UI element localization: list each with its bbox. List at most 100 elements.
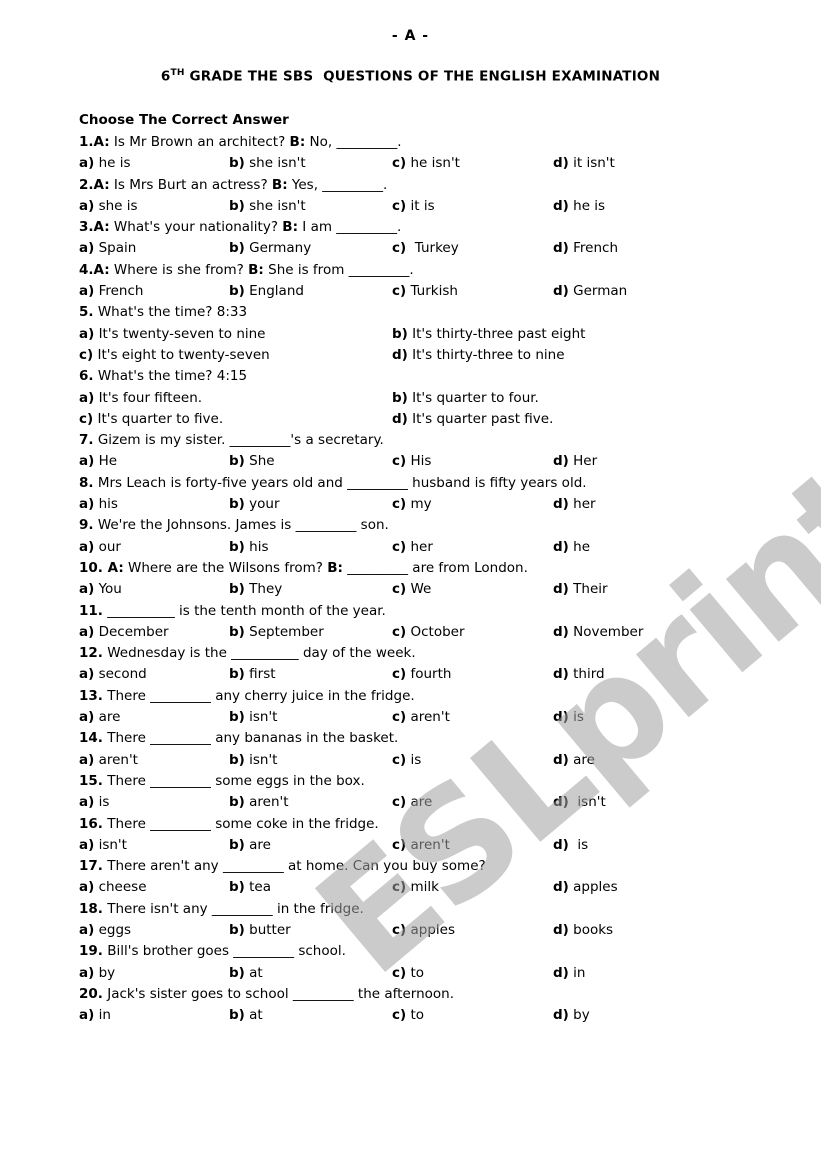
answer-option[interactable]: c) to — [392, 963, 424, 984]
answer-option[interactable]: a) aren't — [79, 750, 138, 771]
answer-option[interactable]: c) is — [392, 750, 421, 771]
answer-option[interactable]: d) books — [553, 920, 613, 941]
answer-option[interactable]: a) It's four fifteen. — [79, 388, 202, 409]
answer-option[interactable]: b) at — [229, 1005, 263, 1026]
answer-option[interactable]: d) in — [553, 963, 585, 984]
answer-option[interactable]: b) at — [229, 963, 263, 984]
answer-option[interactable]: b) aren't — [229, 792, 289, 813]
answer-option[interactable]: b) your — [229, 494, 280, 515]
answer-option[interactable]: a) in — [79, 1005, 111, 1026]
answer-option[interactable]: d) isn't — [553, 792, 606, 813]
answer-option[interactable]: c) Turkish — [392, 281, 458, 302]
answer-option[interactable]: d) It's thirty-three to nine — [392, 345, 565, 366]
answer-option[interactable]: c) it is — [392, 196, 435, 217]
answer-option[interactable]: d) he is — [553, 196, 605, 217]
answer-option[interactable]: c) my — [392, 494, 432, 515]
answer-option[interactable]: b) It's thirty-three past eight — [392, 324, 585, 345]
answer-option[interactable]: b) isn't — [229, 707, 277, 728]
answer-option[interactable]: c) are — [392, 792, 432, 813]
answer-option[interactable]: d) French — [553, 238, 618, 259]
answer-option[interactable]: a) second — [79, 664, 147, 685]
answer-option[interactable]: a) French — [79, 281, 143, 302]
answer-option[interactable]: a) our — [79, 537, 121, 558]
answer-option[interactable]: c) His — [392, 451, 431, 472]
answer-option[interactable]: d) apples — [553, 877, 618, 898]
answer-option[interactable]: b) It's quarter to four. — [392, 388, 539, 409]
option-letter: a) — [79, 240, 95, 257]
question-number: 7. — [79, 432, 94, 449]
answer-option[interactable]: c) Turkey — [392, 238, 459, 259]
answer-option[interactable]: b) They — [229, 579, 282, 600]
answer-option[interactable]: c) It's eight to twenty-seven — [79, 345, 270, 366]
answer-option[interactable]: c) We — [392, 579, 431, 600]
answer-option[interactable]: d) her — [553, 494, 596, 515]
answer-option[interactable]: a) he is — [79, 153, 131, 174]
answer-option[interactable]: b) butter — [229, 920, 291, 941]
question-text: 18. There isn't any _________ in the fri… — [79, 899, 759, 920]
speaker-label: A: — [93, 134, 110, 150]
option-letter: b) — [229, 496, 245, 513]
answer-option[interactable]: a) are — [79, 707, 120, 728]
answer-option[interactable]: b) She — [229, 451, 275, 472]
option-letter: a) — [79, 325, 95, 342]
question-number: 1. — [79, 134, 94, 150]
answer-option[interactable]: b) September — [229, 622, 324, 643]
answer-option[interactable]: a) It's twenty-seven to nine — [79, 324, 266, 345]
answer-option[interactable]: d) it isn't — [553, 153, 615, 174]
answer-option[interactable]: b) his — [229, 537, 268, 558]
answer-option[interactable]: b) England — [229, 281, 304, 302]
answer-option[interactable]: a) cheese — [79, 877, 147, 898]
answer-option[interactable]: b) Germany — [229, 238, 311, 259]
answer-option[interactable]: c) aren't — [392, 835, 450, 856]
option-letter: c) — [392, 836, 407, 853]
option-text: He — [94, 453, 118, 470]
answer-option[interactable]: c) fourth — [392, 664, 451, 685]
answer-option[interactable]: d) German — [553, 281, 627, 302]
option-letter: d) — [553, 666, 569, 683]
option-letter: a) — [79, 197, 95, 214]
answer-option[interactable]: c) milk — [392, 877, 439, 898]
answer-option[interactable]: a) Spain — [79, 238, 136, 259]
question-body: Gizem is my sister. _________'s a secret… — [93, 432, 384, 449]
question-number: 10. — [79, 559, 103, 576]
answer-option[interactable]: a) is — [79, 792, 109, 813]
answer-option[interactable]: b) are — [229, 835, 271, 856]
option-letter: c) — [392, 453, 407, 470]
question-body: Mrs Leach is forty-five years old and __… — [93, 474, 587, 491]
answer-option[interactable]: a) He — [79, 451, 117, 472]
answer-option[interactable]: a) by — [79, 963, 115, 984]
answer-option[interactable]: b) she isn't — [229, 196, 306, 217]
answer-option[interactable]: d) Their — [553, 579, 608, 600]
answer-option[interactable]: d) by — [553, 1005, 590, 1026]
answer-option[interactable]: a) she is — [79, 196, 138, 217]
answer-option[interactable]: a) his — [79, 494, 118, 515]
answer-option[interactable]: b) isn't — [229, 750, 277, 771]
answer-option[interactable]: c) It's quarter to five. — [79, 409, 223, 430]
answer-option[interactable]: b) she isn't — [229, 153, 306, 174]
answer-option[interactable]: d) Her — [553, 451, 597, 472]
answer-option[interactable]: d) third — [553, 664, 605, 685]
answer-option[interactable]: b) tea — [229, 877, 271, 898]
answer-option[interactable]: c) her — [392, 537, 433, 558]
answer-option[interactable]: a) December — [79, 622, 169, 643]
answer-option[interactable]: a) You — [79, 579, 122, 600]
answer-option[interactable]: a) isn't — [79, 835, 127, 856]
answer-option[interactable]: d) is — [553, 707, 584, 728]
answer-option[interactable]: d) November — [553, 622, 643, 643]
answer-option[interactable]: c) October — [392, 622, 465, 643]
option-letter: d) — [553, 240, 569, 257]
option-letter: c) — [79, 346, 94, 363]
answer-option[interactable]: c) to — [392, 1005, 424, 1026]
answer-option[interactable]: c) he isn't — [392, 153, 460, 174]
option-text: books — [568, 921, 614, 938]
answer-option[interactable]: d) he — [553, 537, 590, 558]
answer-option[interactable]: d) is — [553, 835, 588, 856]
answer-option[interactable]: b) first — [229, 664, 276, 685]
option-text: are — [244, 836, 271, 853]
speaker-label: A: — [102, 559, 124, 576]
answer-option[interactable]: d) It's quarter past five. — [392, 409, 553, 430]
answer-option[interactable]: a) eggs — [79, 920, 131, 941]
answer-option[interactable]: d) are — [553, 750, 595, 771]
answer-option[interactable]: c) apples — [392, 920, 455, 941]
answer-option[interactable]: c) aren't — [392, 707, 450, 728]
